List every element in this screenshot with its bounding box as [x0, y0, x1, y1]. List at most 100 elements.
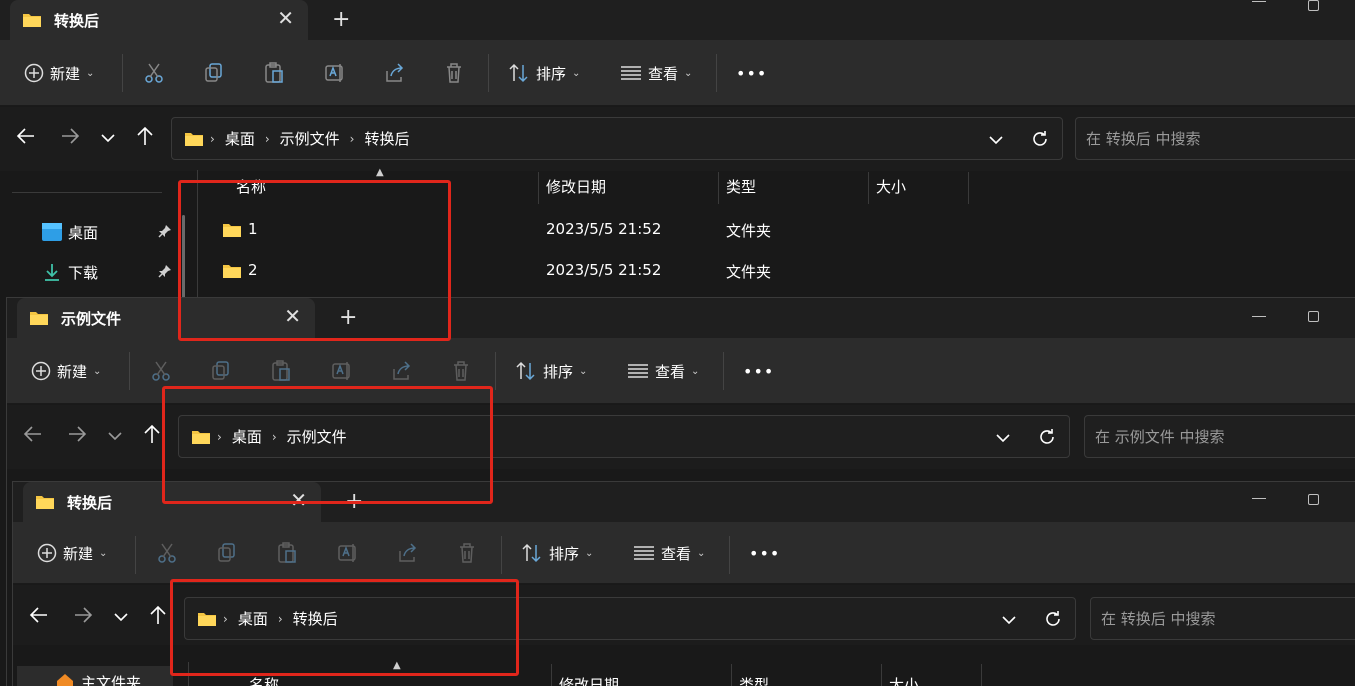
chevron-down-icon: ⌄ — [86, 67, 95, 79]
column-divider[interactable] — [868, 172, 869, 204]
recent-locations-chevron-icon[interactable] — [100, 129, 116, 148]
column-divider[interactable] — [968, 172, 969, 204]
address-dropdown-icon[interactable] — [1001, 611, 1017, 630]
copy-icon[interactable] — [204, 62, 224, 88]
new-button[interactable]: 新建 ⌄ — [37, 522, 107, 584]
recent-locations-chevron-icon[interactable] — [107, 427, 123, 446]
sidebar-item-desktop[interactable]: 桌面 — [42, 220, 172, 244]
column-header-type[interactable]: 类型 — [726, 176, 756, 202]
search-input[interactable]: 在 转换后 中搜索 — [1075, 117, 1355, 160]
maximize-icon[interactable] — [1308, 0, 1319, 11]
share-icon[interactable] — [391, 360, 413, 386]
share-icon[interactable] — [384, 62, 406, 88]
view-button[interactable]: 查看 ⌄ — [633, 522, 705, 584]
minimize-icon[interactable] — [1252, 316, 1266, 317]
breadcrumb-item[interactable]: 示例文件 — [280, 128, 340, 149]
close-tab-icon[interactable]: ✕ — [277, 6, 294, 30]
title-bar: 转换后 ✕ + — [0, 0, 1355, 40]
folder-icon — [22, 12, 42, 32]
minimize-icon[interactable] — [1252, 1, 1266, 2]
view-label: 查看 — [661, 544, 692, 563]
pin-icon[interactable] — [158, 224, 172, 242]
delete-icon[interactable] — [457, 542, 477, 568]
chevron-down-icon: ⌄ — [572, 67, 581, 79]
tab-converted[interactable]: 转换后 ✕ — [10, 0, 308, 40]
more-options-button[interactable]: ••• — [749, 522, 780, 584]
column-header-type[interactable]: 类型 — [739, 674, 769, 686]
new-button[interactable]: 新建 ⌄ — [31, 338, 101, 404]
maximize-icon[interactable] — [1308, 311, 1319, 322]
column-divider[interactable] — [731, 664, 732, 686]
divider — [723, 352, 724, 390]
add-circle-icon — [37, 543, 57, 563]
column-header-size[interactable]: 大小 — [889, 674, 919, 686]
column-header-date[interactable]: 修改日期 — [546, 176, 606, 202]
column-header-size[interactable]: 大小 — [876, 176, 906, 202]
search-input[interactable]: 在 转换后 中搜索 — [1090, 597, 1355, 640]
forward-arrow-icon[interactable] — [73, 605, 93, 629]
share-icon[interactable] — [397, 542, 419, 568]
search-input[interactable]: 在 示例文件 中搜索 — [1084, 415, 1355, 458]
more-options-button[interactable]: ••• — [743, 338, 774, 404]
view-button[interactable]: 查看 ⌄ — [620, 40, 692, 106]
paste-icon[interactable] — [264, 62, 284, 88]
address-dropdown-icon[interactable] — [995, 429, 1011, 448]
new-tab-button[interactable]: + — [332, 7, 350, 32]
breadcrumb-item[interactable]: 桌面 — [225, 128, 255, 149]
back-arrow-icon[interactable] — [23, 424, 43, 448]
rename-icon[interactable] — [331, 360, 353, 386]
home-icon — [57, 674, 73, 686]
recent-locations-chevron-icon[interactable] — [113, 608, 129, 627]
download-icon — [45, 264, 59, 281]
tab-title: 转换后 — [54, 12, 100, 30]
up-arrow-icon[interactable] — [143, 424, 161, 448]
column-divider[interactable] — [551, 664, 552, 686]
new-button[interactable]: 新建 ⌄ — [24, 40, 94, 106]
up-arrow-icon[interactable] — [149, 605, 167, 629]
copy-icon[interactable] — [217, 542, 237, 568]
paste-icon[interactable] — [271, 360, 291, 386]
chevron-down-icon: ⌄ — [691, 365, 700, 377]
column-divider[interactable] — [981, 664, 982, 686]
cut-icon[interactable] — [157, 542, 177, 568]
sort-button[interactable]: 排序 ⌄ — [515, 338, 587, 404]
sidebar-item-home[interactable]: 主文件夹 — [17, 666, 173, 686]
sort-icon — [516, 361, 535, 381]
more-options-button[interactable]: ••• — [736, 40, 767, 106]
breadcrumb-item[interactable]: 转换后 — [364, 128, 409, 149]
cut-icon[interactable] — [151, 360, 171, 386]
column-divider[interactable] — [718, 172, 719, 204]
column-divider[interactable] — [538, 172, 539, 204]
sort-label: 排序 — [536, 64, 567, 83]
back-arrow-icon[interactable] — [16, 126, 36, 150]
annotation-highlight-box — [178, 180, 451, 341]
column-divider[interactable] — [881, 664, 882, 686]
refresh-icon[interactable] — [1030, 129, 1050, 153]
divider — [716, 54, 717, 92]
sidebar-item-downloads[interactable]: 下载 — [42, 260, 172, 284]
rename-icon[interactable] — [324, 62, 346, 88]
refresh-icon[interactable] — [1043, 609, 1063, 633]
forward-arrow-icon[interactable] — [67, 424, 87, 448]
forward-arrow-icon[interactable] — [60, 126, 80, 150]
column-header-date[interactable]: 修改日期 — [559, 674, 619, 686]
copy-icon[interactable] — [211, 360, 231, 386]
minimize-icon[interactable] — [1252, 498, 1266, 499]
maximize-icon[interactable] — [1308, 494, 1319, 505]
refresh-icon[interactable] — [1037, 427, 1057, 451]
delete-icon[interactable] — [444, 62, 464, 88]
pin-icon[interactable] — [158, 264, 172, 282]
chevron-down-icon: ⌄ — [99, 547, 108, 559]
rename-icon[interactable] — [337, 542, 359, 568]
cut-icon[interactable] — [144, 62, 164, 88]
divider — [501, 536, 502, 574]
sort-button[interactable]: 排序 ⌄ — [521, 522, 593, 584]
up-arrow-icon[interactable] — [136, 126, 154, 150]
address-dropdown-icon[interactable] — [988, 131, 1004, 150]
paste-icon[interactable] — [277, 542, 297, 568]
back-arrow-icon[interactable] — [29, 605, 49, 629]
address-bar[interactable]: › 桌面 › 示例文件 › 转换后 — [171, 117, 1063, 160]
sort-button[interactable]: 排序 ⌄ — [508, 40, 580, 106]
view-button[interactable]: 查看 ⌄ — [627, 338, 699, 404]
delete-icon[interactable] — [451, 360, 471, 386]
